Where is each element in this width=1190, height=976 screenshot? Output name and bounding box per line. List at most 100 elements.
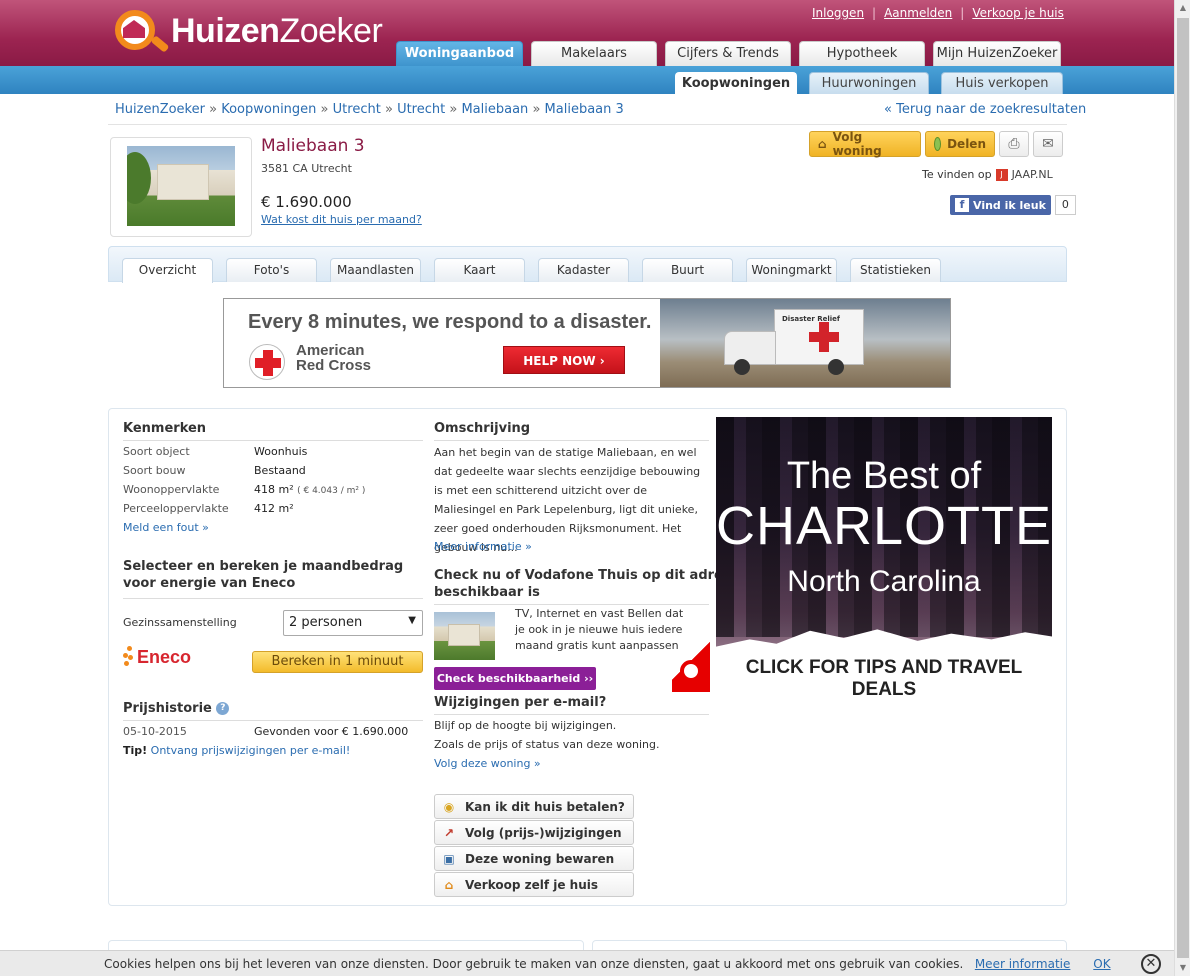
breadcrumb-item[interactable]: Maliebaan xyxy=(461,102,528,117)
tab-kaart[interactable]: Kaart xyxy=(434,258,525,282)
tab-woningmarkt[interactable]: Woningmarkt xyxy=(746,258,837,282)
listing-price: € 1.690.000 xyxy=(261,193,352,211)
charlotte-travel-ad[interactable]: The Best of CHARLOTTE North Carolina CLI… xyxy=(716,417,1052,697)
breadcrumb-item[interactable]: Utrecht xyxy=(397,102,445,117)
breadcrumb-item[interactable]: Koopwoningen xyxy=(221,102,316,117)
coins-icon: ◉ xyxy=(443,799,455,814)
breadcrumb-item[interactable]: HuizenZoeker xyxy=(115,102,205,117)
vodafone-logo-icon xyxy=(672,630,710,692)
vodafone-heading-line: Check nu of Vodafone Thuis op dit adres xyxy=(434,568,731,583)
tab-makelaars[interactable]: Makelaars xyxy=(531,41,657,66)
magnifier-house-icon xyxy=(113,6,171,56)
vodafone-heading: Check nu of Vodafone Thuis op dit adres b… xyxy=(434,567,731,601)
divider xyxy=(108,124,1067,125)
login-link[interactable]: Inloggen xyxy=(812,6,864,20)
house-icon: ⌂ xyxy=(444,877,454,892)
breadcrumb-item[interactable]: Maliebaan 3 xyxy=(545,102,624,117)
tab-cijfers-trends[interactable]: Cijfers & Trends xyxy=(665,41,791,66)
kenmerk-value: 418 m² ( € 4.043 / m² ) xyxy=(254,483,365,496)
calculate-button[interactable]: Bereken in 1 minuut xyxy=(252,651,423,673)
help-icon[interactable]: ? xyxy=(216,702,230,715)
save-disk-icon: ▣ xyxy=(443,851,455,866)
tab-woningaanbod[interactable]: Woningaanbod xyxy=(396,41,523,66)
household-select[interactable]: 2 personen ▼ xyxy=(283,610,423,636)
follow-house-label: Volg woning xyxy=(832,130,882,158)
close-icon[interactable]: ✕ xyxy=(1141,954,1161,974)
share-label: Delen xyxy=(947,137,986,151)
living-area-value: 418 m² xyxy=(254,483,294,496)
divider xyxy=(123,440,423,441)
globe-icon xyxy=(934,137,942,151)
red-cross-icon xyxy=(249,344,285,380)
breadcrumb-item[interactable]: Utrecht xyxy=(333,102,381,117)
more-info-link[interactable]: Meer informatie » xyxy=(434,540,532,553)
sub-navigation: Koopwoningen Huurwoningen Huis verkopen xyxy=(675,72,1063,94)
separator: | xyxy=(872,6,877,20)
follow-house-link[interactable]: Volg deze woning » xyxy=(434,757,541,770)
print-icon[interactable]: ⎙ xyxy=(999,131,1029,157)
check-availability-button[interactable]: Check beschikbaarheid ›› xyxy=(434,667,596,690)
listing-photo[interactable] xyxy=(110,137,252,237)
logo-text-light: Zoeker xyxy=(279,11,383,50)
monthly-cost-link[interactable]: Wat kost dit huis per maand? xyxy=(261,213,422,226)
report-error-link[interactable]: Meld een fout » xyxy=(123,521,209,534)
cookie-more-info-link[interactable]: Meer informatie xyxy=(975,957,1071,971)
divider xyxy=(434,440,709,441)
email-alerts-heading: Wijzigingen per e-mail? xyxy=(434,695,607,710)
email-icon[interactable]: ✉ xyxy=(1033,131,1063,157)
breadcrumb-separator: » xyxy=(384,102,393,117)
cookie-message: Cookies helpen ons bij het leveren van o… xyxy=(104,957,1111,971)
house-image xyxy=(127,146,235,226)
kenmerk-value: Bestaand xyxy=(254,464,306,477)
share-button[interactable]: Delen xyxy=(925,131,995,157)
tab-maandlasten[interactable]: Maandlasten xyxy=(330,258,421,282)
tab-mijn-huizenzoeker[interactable]: Mijn HuizenZoeker xyxy=(933,41,1061,66)
affordability-button[interactable]: ◉ Kan ik dit huis betalen? xyxy=(434,794,634,819)
ad-headline: Every 8 minutes, we respond to a disaste… xyxy=(248,311,652,333)
kenmerk-label: Soort object xyxy=(123,445,190,458)
scrollbar[interactable]: ▲ ▼ xyxy=(1174,0,1190,976)
energy-heading-line: Selecteer en bereken je maandbedrag xyxy=(123,559,404,574)
facebook-icon: f xyxy=(955,198,969,212)
price-tip: Tip! Ontvang prijswijzigingen per e-mail… xyxy=(123,744,350,757)
scroll-up-icon[interactable]: ▲ xyxy=(1175,0,1190,16)
tab-huis-verkopen[interactable]: Huis verkopen xyxy=(941,72,1063,94)
help-now-button[interactable]: HELP NOW › xyxy=(503,346,625,374)
scrollbar-thumb[interactable] xyxy=(1177,18,1189,958)
action-label: Kan ik dit huis betalen? xyxy=(465,799,625,814)
cookie-ok-link[interactable]: OK xyxy=(1093,957,1110,971)
jaap-link[interactable]: JAAP.NL xyxy=(1012,168,1053,181)
tab-overzicht[interactable]: Overzicht xyxy=(122,258,213,283)
price-alert-link[interactable]: Ontvang prijswijzigingen per e-mail! xyxy=(151,744,351,757)
facebook-like-button[interactable]: f Vind ik leuk xyxy=(950,195,1051,215)
listing-title: Maliebaan 3 xyxy=(261,136,365,156)
cookie-bar: Cookies helpen ons bij het leveren van o… xyxy=(0,950,1174,976)
tab-hypotheek[interactable]: Hypotheek xyxy=(799,41,925,66)
house-thumbnail xyxy=(434,612,495,660)
sell-house-link[interactable]: Verkoop je huis xyxy=(972,6,1064,20)
email-alerts-line: Blijf op de hoogte bij wijzigingen. xyxy=(434,719,617,732)
tab-statistieken[interactable]: Statistieken xyxy=(850,258,941,282)
back-to-results-link[interactable]: « Terug naar de zoekresultaten xyxy=(884,102,1086,117)
site-logo[interactable]: HuizenZoeker xyxy=(113,6,383,56)
tab-buurt[interactable]: Buurt xyxy=(642,258,733,282)
tab-koopwoningen[interactable]: Koopwoningen xyxy=(675,72,797,94)
tab-kadaster[interactable]: Kadaster xyxy=(538,258,629,282)
save-house-button[interactable]: ▣ Deze woning bewaren xyxy=(434,846,634,871)
logo-text-bold: Huizen xyxy=(171,11,280,50)
price-history-event: Gevonden voor € 1.690.000 xyxy=(254,725,409,738)
sell-yourself-button[interactable]: ⌂ Verkoop zelf je huis xyxy=(434,872,634,897)
tab-fotos[interactable]: Foto's xyxy=(226,258,317,282)
follow-house-button[interactable]: ⌂ Volg woning xyxy=(809,130,921,158)
vodafone-heading-line: beschikbaar is xyxy=(434,585,540,600)
scroll-down-icon[interactable]: ▼ xyxy=(1175,960,1190,976)
found-on-label: Te vinden op xyxy=(922,168,992,181)
ad-line: North Carolina xyxy=(787,565,981,598)
register-link[interactable]: Aanmelden xyxy=(884,6,952,20)
listing-address: 3581 CA Utrecht xyxy=(261,162,352,175)
price-history-title: Prijshistorie xyxy=(123,701,212,716)
follow-changes-button[interactable]: ↗ Volg (prijs-)wijzigingen xyxy=(434,820,634,845)
tab-huurwoningen[interactable]: Huurwoningen xyxy=(809,72,929,94)
red-cross-banner-ad[interactable]: Every 8 minutes, we respond to a disaste… xyxy=(223,298,951,388)
facebook-like-label: Vind ik leuk xyxy=(973,198,1046,212)
